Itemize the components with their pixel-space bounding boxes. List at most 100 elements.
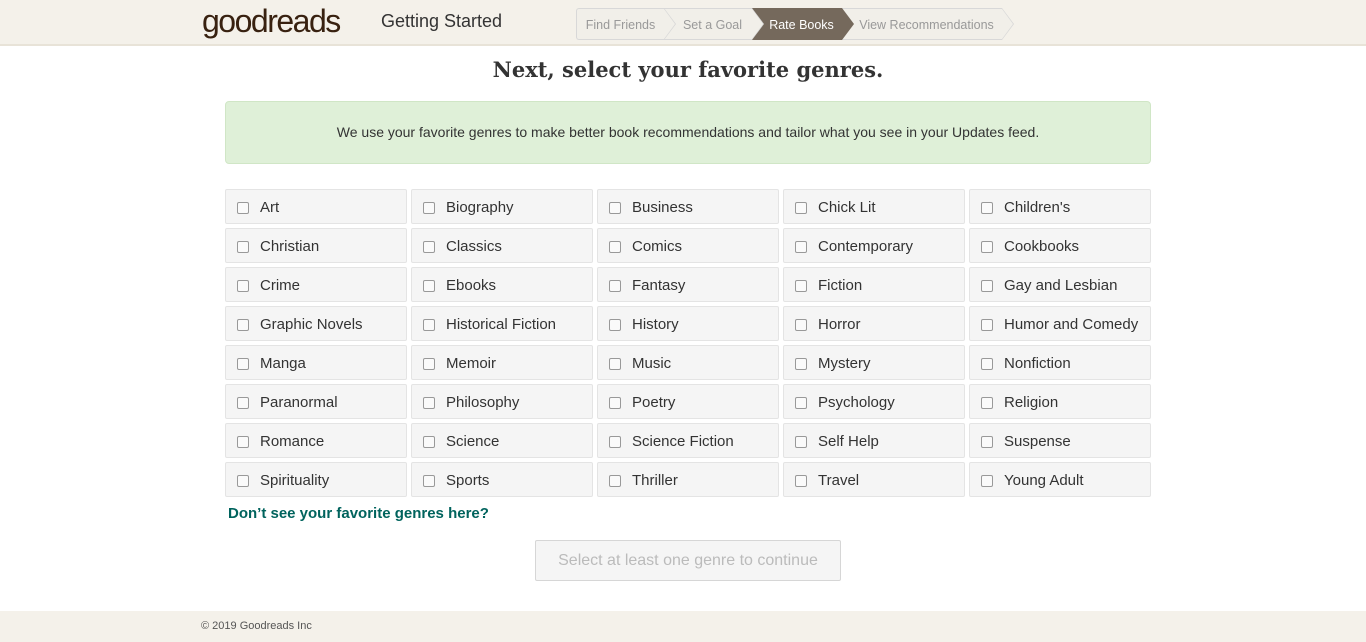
genre-label: Travel [818,472,860,489]
genre-option[interactable]: Young Adult [969,462,1151,497]
genre-option[interactable]: Comics [597,228,779,263]
genre-checkbox[interactable] [981,436,993,448]
continue-button[interactable]: Select at least one genre to continue [535,540,841,581]
genre-label: Comics [632,238,683,255]
info-notice: We use your favorite genres to make bett… [225,101,1151,164]
genre-option[interactable]: Spirituality [225,462,407,497]
step-view-recommendations[interactable]: View Recommendations [842,8,1014,40]
genre-checkbox[interactable] [423,280,435,292]
genre-checkbox[interactable] [795,202,807,214]
genre-checkbox[interactable] [237,397,249,409]
genre-option[interactable]: Humor and Comedy [969,306,1151,341]
genre-checkbox[interactable] [981,397,993,409]
genre-checkbox[interactable] [609,475,621,487]
genre-checkbox[interactable] [423,241,435,253]
genre-option[interactable]: Cookbooks [969,228,1151,263]
genre-checkbox[interactable] [237,436,249,448]
genre-option[interactable]: Crime [225,267,407,302]
genre-checkbox[interactable] [237,280,249,292]
genre-option[interactable]: Gay and Lesbian [969,267,1151,302]
genre-checkbox[interactable] [981,202,993,214]
genre-checkbox[interactable] [237,358,249,370]
genre-option[interactable]: Science Fiction [597,423,779,458]
genre-checkbox[interactable] [423,358,435,370]
genre-label: Fiction [818,277,863,294]
step-rate-books[interactable]: Rate Books [752,8,854,40]
genre-option[interactable]: Historical Fiction [411,306,593,341]
genre-checkbox[interactable] [423,319,435,331]
genre-checkbox[interactable] [609,397,621,409]
genre-checkbox[interactable] [423,397,435,409]
genre-checkbox[interactable] [981,280,993,292]
logo-text-reads: reads [267,3,341,39]
genre-checkbox[interactable] [237,475,249,487]
genre-checkbox[interactable] [609,319,621,331]
genre-checkbox[interactable] [609,280,621,292]
genre-checkbox[interactable] [981,475,993,487]
genre-label: Art [260,199,280,216]
genre-option[interactable]: History [597,306,779,341]
genre-option[interactable]: Contemporary [783,228,965,263]
genre-option[interactable]: Ebooks [411,267,593,302]
genre-checkbox[interactable] [237,202,249,214]
genre-checkbox[interactable] [609,241,621,253]
genre-option[interactable]: Sports [411,462,593,497]
genre-option[interactable]: Fantasy [597,267,779,302]
genre-label: Young Adult [1004,472,1084,489]
genre-option[interactable]: Psychology [783,384,965,419]
genre-option[interactable]: Memoir [411,345,593,380]
genre-checkbox[interactable] [423,475,435,487]
genre-option[interactable]: Christian [225,228,407,263]
genre-option[interactable]: Religion [969,384,1151,419]
genre-option[interactable]: Suspense [969,423,1151,458]
genre-label: Philosophy [446,394,520,411]
genre-label: Science Fiction [632,433,734,450]
genre-option[interactable]: Manga [225,345,407,380]
genre-option[interactable]: Graphic Novels [225,306,407,341]
genre-checkbox[interactable] [609,358,621,370]
step-set-a-goal[interactable]: Set a Goal [664,8,764,40]
genre-checkbox[interactable] [981,319,993,331]
genre-option[interactable]: Thriller [597,462,779,497]
genre-option[interactable]: Music [597,345,779,380]
genre-checkbox[interactable] [423,436,435,448]
step-find-friends[interactable]: Find Friends [576,8,676,40]
genre-option[interactable]: Fiction [783,267,965,302]
genre-checkbox[interactable] [237,319,249,331]
genre-option[interactable]: Art [225,189,407,224]
genre-checkbox[interactable] [609,202,621,214]
goodreads-logo[interactable]: goodreads [202,2,341,40]
genre-checkbox[interactable] [795,358,807,370]
genre-option[interactable]: Business [597,189,779,224]
genre-option[interactable]: Classics [411,228,593,263]
genre-checkbox[interactable] [795,475,807,487]
genre-option[interactable]: Horror [783,306,965,341]
genre-checkbox[interactable] [423,202,435,214]
genre-option[interactable]: Mystery [783,345,965,380]
genre-label: Horror [818,316,861,333]
genre-option[interactable]: Science [411,423,593,458]
genre-checkbox[interactable] [795,397,807,409]
genre-option[interactable]: Self Help [783,423,965,458]
genre-option[interactable]: Travel [783,462,965,497]
genre-label: History [632,316,679,333]
genre-checkbox[interactable] [795,241,807,253]
genre-label: Science [446,433,500,450]
genre-checkbox[interactable] [795,319,807,331]
genre-option[interactable]: Philosophy [411,384,593,419]
genre-checkbox[interactable] [237,241,249,253]
genre-option[interactable]: Paranormal [225,384,407,419]
genre-checkbox[interactable] [981,358,993,370]
genre-option[interactable]: Biography [411,189,593,224]
genre-checkbox[interactable] [609,436,621,448]
genre-option[interactable]: Romance [225,423,407,458]
genre-checkbox[interactable] [981,241,993,253]
genre-checkbox[interactable] [795,436,807,448]
page-heading: Next, select your favorite genres. [492,57,884,82]
genre-option[interactable]: Nonfiction [969,345,1151,380]
genre-option[interactable]: Children's [969,189,1151,224]
more-genres-link[interactable]: Don’t see your favorite genres here? [228,505,489,522]
genre-option[interactable]: Poetry [597,384,779,419]
genre-option[interactable]: Chick Lit [783,189,965,224]
genre-checkbox[interactable] [795,280,807,292]
